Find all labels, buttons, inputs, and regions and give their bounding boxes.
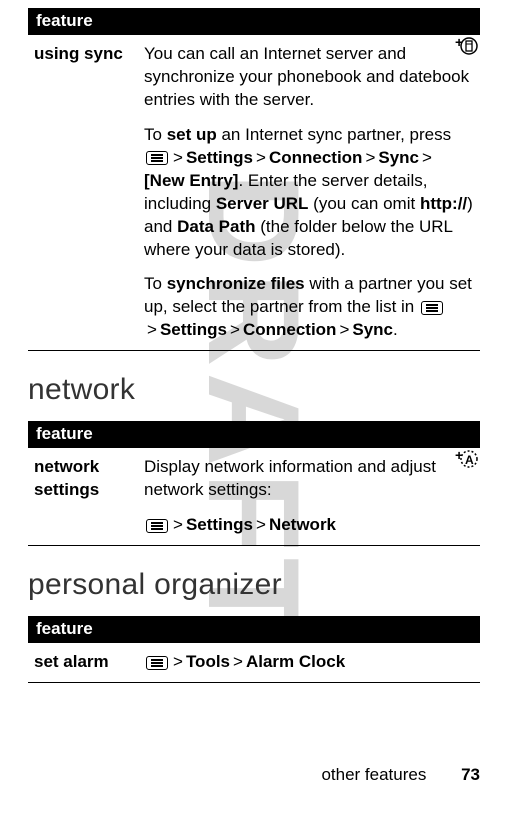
section-heading-personal-organizer: personal organizer xyxy=(28,568,480,602)
table-header: feature xyxy=(28,421,480,448)
menu-path: Network xyxy=(269,515,336,534)
text: . xyxy=(393,320,398,339)
sync-icon: + xyxy=(452,35,478,57)
menu-key-icon xyxy=(146,151,168,165)
separator: > xyxy=(256,515,266,534)
feature-label: set alarm xyxy=(28,643,138,683)
menu-key-icon xyxy=(146,656,168,670)
feature-label: network settings xyxy=(28,448,138,546)
page-number: 73 xyxy=(461,765,480,784)
separator: > xyxy=(422,148,432,167)
menu-key-icon xyxy=(421,301,443,315)
menu-path: [New Entry] xyxy=(144,171,238,190)
menu-path: Settings xyxy=(160,320,227,339)
section-heading-network: network xyxy=(28,373,480,407)
text-bold: synchronize files xyxy=(167,274,305,293)
separator: > xyxy=(173,652,183,671)
menu-path: Settings xyxy=(186,148,253,167)
text: Display network information and adjust n… xyxy=(144,457,436,499)
menu-path: Tools xyxy=(186,652,230,671)
menu-path: Alarm Clock xyxy=(246,652,345,671)
ui-term: http:// xyxy=(420,194,467,213)
table-header: feature xyxy=(28,616,480,643)
text: You can call an Internet server and sync… xyxy=(144,44,469,109)
text-bold: set up xyxy=(167,125,217,144)
feature-table-network: feature network settings + A Display net… xyxy=(28,421,480,546)
text: To xyxy=(144,125,167,144)
network-icon: + A xyxy=(452,448,478,470)
text: (you can omit xyxy=(308,194,420,213)
feature-table-organizer: feature set alarm >Tools>Alarm Clock xyxy=(28,616,480,683)
svg-text:A: A xyxy=(465,453,474,467)
separator: > xyxy=(147,320,157,339)
feature-label: using sync xyxy=(28,35,138,351)
footer-text: other features xyxy=(321,765,426,784)
feature-table-sync: feature using sync + You can call an Int… xyxy=(28,8,480,351)
separator: > xyxy=(230,320,240,339)
menu-path: Connection xyxy=(243,320,337,339)
text: To xyxy=(144,274,167,293)
page-footer: other features 73 xyxy=(321,765,480,785)
separator: > xyxy=(173,515,183,534)
separator: > xyxy=(173,148,183,167)
separator: > xyxy=(256,148,266,167)
feature-description: + You can call an Internet server and sy… xyxy=(138,35,480,351)
ui-term: Server URL xyxy=(216,194,309,213)
separator: > xyxy=(233,652,243,671)
ui-term: Data Path xyxy=(177,217,255,236)
text: an Internet sync partner, press xyxy=(217,125,451,144)
feature-description: + A Display network information and adju… xyxy=(138,448,480,546)
separator: > xyxy=(339,320,349,339)
feature-description: >Tools>Alarm Clock xyxy=(138,643,480,683)
table-header: feature xyxy=(28,8,480,35)
menu-path: Sync xyxy=(378,148,419,167)
menu-path: Settings xyxy=(186,515,253,534)
menu-path: Connection xyxy=(269,148,363,167)
menu-path: Sync xyxy=(352,320,393,339)
menu-key-icon xyxy=(146,519,168,533)
separator: > xyxy=(365,148,375,167)
